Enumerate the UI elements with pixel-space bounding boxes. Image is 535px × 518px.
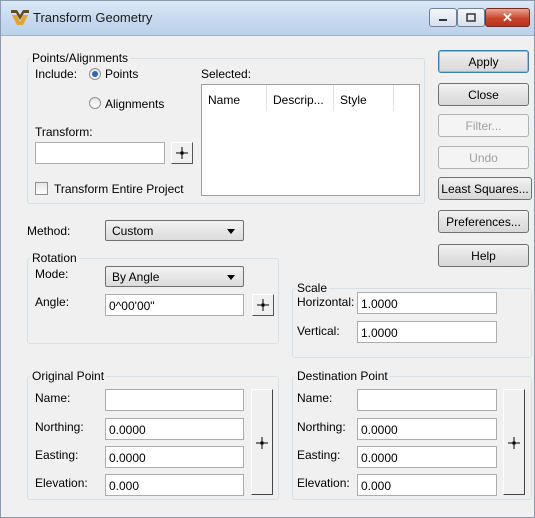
- include-label: Include:: [35, 67, 78, 81]
- horizontal-scale-label: Horizontal:: [297, 295, 355, 309]
- transform-input[interactable]: [35, 142, 165, 164]
- method-select[interactable]: Custom: [105, 220, 244, 241]
- mode-select-value: By Angle: [112, 270, 160, 284]
- alignments-radio[interactable]: [89, 97, 101, 109]
- help-button[interactable]: Help: [438, 244, 529, 267]
- alignments-radio-label[interactable]: Alignments: [105, 97, 164, 111]
- method-select-value: Custom: [112, 224, 154, 238]
- close-icon: ✕: [502, 10, 513, 25]
- angle-label: Angle:: [35, 295, 70, 309]
- selected-list[interactable]: Name Descrip... Style: [201, 84, 420, 196]
- column-header-description[interactable]: Descrip...: [267, 85, 334, 111]
- close-window-button[interactable]: ✕: [485, 8, 530, 27]
- transform-geometry-dialog: Transform Geometry ✕ Points/Alignments I…: [0, 0, 535, 518]
- chevron-down-icon: [227, 275, 235, 280]
- destination-name-label: Name:: [297, 391, 333, 405]
- mode-label: Mode:: [35, 267, 69, 281]
- close-button[interactable]: Close: [438, 83, 529, 106]
- apply-button[interactable]: Apply: [438, 50, 529, 73]
- transform-pick-button[interactable]: [171, 142, 193, 164]
- filter-button[interactable]: Filter...: [438, 114, 529, 137]
- minimize-button[interactable]: [429, 8, 457, 27]
- original-point-legend: Original Point: [32, 369, 105, 383]
- transform-entire-project-checkbox[interactable]: [35, 182, 48, 195]
- original-name-input[interactable]: [105, 389, 244, 411]
- maximize-button[interactable]: [457, 8, 485, 27]
- rotation-legend: Rotation: [32, 251, 77, 265]
- crosshair-icon: [176, 147, 188, 159]
- destination-point-legend: Destination Point: [297, 369, 388, 383]
- destination-point-pick-button[interactable]: [503, 389, 525, 495]
- preferences-button[interactable]: Preferences...: [438, 210, 529, 233]
- transform-label: Transform:: [35, 125, 93, 139]
- original-easting-label: Easting:: [35, 448, 79, 462]
- points-radio[interactable]: [89, 68, 101, 80]
- original-point-pick-button[interactable]: [251, 389, 273, 495]
- destination-elevation-input[interactable]: 0.000: [357, 474, 497, 496]
- crosshair-icon: [508, 437, 520, 449]
- maximize-icon: [466, 13, 476, 22]
- original-northing-label: Northing:: [35, 420, 84, 434]
- scale-legend: Scale: [297, 281, 328, 295]
- method-label: Method:: [27, 224, 71, 238]
- destination-elevation-label: Elevation:: [297, 476, 350, 490]
- vertical-scale-label: Vertical:: [297, 324, 340, 338]
- minimize-icon: [439, 18, 447, 21]
- vertical-scale-input[interactable]: 1.0000: [357, 321, 497, 343]
- original-elevation-label: Elevation:: [35, 476, 88, 490]
- window-title: Transform Geometry: [33, 10, 153, 25]
- mode-select[interactable]: By Angle: [105, 266, 244, 287]
- angle-pick-button[interactable]: [252, 294, 274, 316]
- horizontal-scale-input[interactable]: 1.0000: [357, 292, 497, 314]
- crosshair-icon: [256, 437, 268, 449]
- angle-input[interactable]: 0^00'00": [105, 294, 244, 316]
- selected-label: Selected:: [201, 67, 252, 81]
- least-squares-button[interactable]: Least Squares...: [438, 177, 532, 200]
- original-name-label: Name:: [35, 391, 71, 405]
- transform-entire-project-label[interactable]: Transform Entire Project: [54, 182, 184, 196]
- destination-easting-input[interactable]: 0.0000: [357, 446, 497, 468]
- title-bar[interactable]: Transform Geometry ✕: [1, 1, 534, 36]
- destination-northing-label: Northing:: [297, 420, 346, 434]
- points-radio-label[interactable]: Points: [105, 67, 138, 81]
- destination-northing-input[interactable]: 0.0000: [357, 418, 497, 440]
- column-header-name[interactable]: Name: [202, 85, 267, 111]
- original-northing-input[interactable]: 0.0000: [105, 418, 244, 440]
- chevron-down-icon: [227, 229, 235, 234]
- destination-name-input[interactable]: [357, 389, 497, 411]
- points-alignments-legend: Points/Alignments: [32, 51, 129, 65]
- undo-button[interactable]: Undo: [438, 146, 529, 169]
- destination-easting-label: Easting:: [297, 448, 341, 462]
- column-header-style[interactable]: Style: [334, 85, 394, 111]
- original-easting-input[interactable]: 0.0000: [105, 446, 244, 468]
- original-elevation-input[interactable]: 0.000: [105, 474, 244, 496]
- app-icon: [11, 10, 29, 25]
- crosshair-icon: [257, 299, 269, 311]
